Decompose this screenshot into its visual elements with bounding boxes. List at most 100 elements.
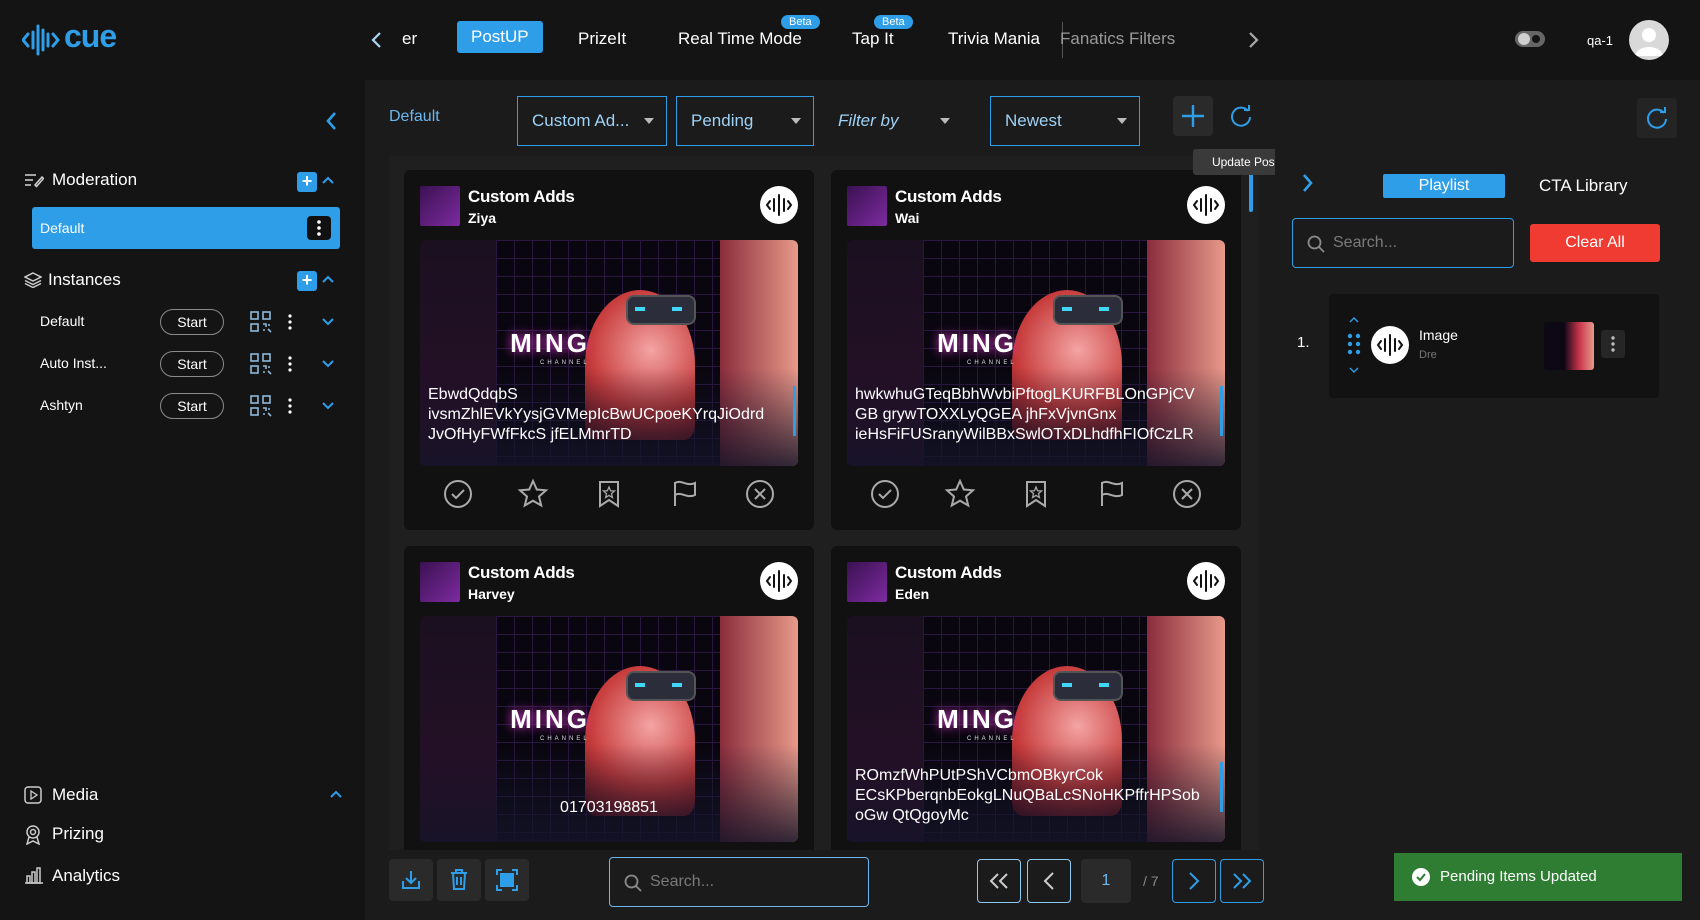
- post-avatar: [847, 562, 887, 602]
- qr-code-icon[interactable]: [250, 395, 272, 417]
- media-headline: MING: [510, 704, 590, 734]
- nav-tab-postup[interactable]: PostUP: [457, 21, 543, 53]
- instance-row: Default Start: [0, 302, 365, 342]
- nav-tab-real-time-mode[interactable]: Real Time Mode: [678, 29, 802, 49]
- cue-logo-icon[interactable]: [760, 186, 798, 224]
- post-user: Harvey: [468, 586, 515, 602]
- start-button[interactable]: Start: [160, 309, 224, 335]
- qr-code-icon[interactable]: [250, 353, 272, 375]
- nav-next-icon[interactable]: [1246, 30, 1260, 50]
- post-media[interactable]: MING CHANNEL 01703198851: [420, 616, 798, 842]
- sidebar: Moderation + Default Instances + Default…: [0, 80, 365, 920]
- media-headline: MING: [510, 328, 590, 358]
- first-page-button[interactable]: [977, 859, 1021, 903]
- chevron-down-icon[interactable]: [322, 402, 334, 410]
- post-media[interactable]: MING CHANNEL EbwdQdqbS ivsmZhlEVkYysjGVM…: [420, 240, 798, 466]
- post-category: Custom Adds: [468, 563, 575, 582]
- tab-playlist[interactable]: Playlist: [1383, 174, 1505, 198]
- cue-logo-icon[interactable]: [1187, 186, 1225, 224]
- download-button[interactable]: [389, 859, 433, 901]
- analytics-icon: [24, 866, 44, 884]
- star-icon[interactable]: [517, 478, 549, 510]
- main-content: Default Custom Ad... Pending Filter by N…: [365, 80, 1275, 920]
- post-media[interactable]: MING CHANNEL ROmzfWhPUtPShVCbmOBkyrCok E…: [847, 616, 1225, 842]
- cue-logo-icon[interactable]: [1187, 562, 1225, 600]
- avatar[interactable]: [1629, 20, 1669, 60]
- more-options-icon[interactable]: [286, 354, 294, 374]
- media-subline: CHANNEL: [540, 736, 590, 742]
- reject-icon[interactable]: [744, 478, 776, 510]
- post-grid: Custom Adds Ziya MING CHANNEL EbwdQdqbS …: [389, 156, 1259, 850]
- chevron-up-icon[interactable]: [322, 275, 334, 283]
- post-actions: [847, 474, 1225, 514]
- chevron-up-icon[interactable]: [322, 176, 334, 184]
- reject-icon[interactable]: [1171, 478, 1203, 510]
- more-options-icon[interactable]: [286, 312, 294, 332]
- more-options-icon[interactable]: [1601, 330, 1625, 358]
- cue-logo-icon: [22, 22, 60, 58]
- playlist-search-input[interactable]: Search...: [1292, 218, 1514, 268]
- tab-cta-library[interactable]: CTA Library: [1539, 176, 1628, 196]
- qr-code-icon[interactable]: [250, 311, 272, 333]
- approve-icon[interactable]: [869, 478, 901, 510]
- nav-media[interactable]: Media: [52, 785, 98, 805]
- status-filter-dropdown[interactable]: Pending: [676, 96, 814, 146]
- approve-icon[interactable]: [442, 478, 474, 510]
- expand-panel-icon[interactable]: [1301, 172, 1315, 194]
- collapse-sidebar-icon[interactable]: [324, 110, 338, 132]
- star-icon[interactable]: [944, 478, 976, 510]
- nav-prev-icon[interactable]: [370, 30, 384, 50]
- bookmark-icon[interactable]: [1020, 478, 1052, 510]
- chevron-down-icon[interactable]: [322, 318, 334, 326]
- chevron-up-icon[interactable]: [330, 790, 342, 798]
- add-moderation-button[interactable]: +: [297, 172, 317, 192]
- nav-tab-prizeit[interactable]: PrizeIt: [578, 29, 626, 49]
- flag-icon[interactable]: [669, 478, 701, 510]
- nav-prizing[interactable]: Prizing: [52, 824, 104, 844]
- nav-tab-fanatics-filters[interactable]: Fanatics Filters: [1060, 29, 1175, 49]
- sort-dropdown[interactable]: Newest: [990, 96, 1140, 146]
- post-card[interactable]: Custom Adds Ziya MING CHANNEL EbwdQdqbS …: [404, 170, 814, 530]
- add-instance-button[interactable]: +: [297, 271, 317, 291]
- page-total: / 7: [1143, 873, 1159, 889]
- type-filter-dropdown[interactable]: Custom Ad...: [517, 96, 667, 146]
- start-button[interactable]: Start: [160, 351, 224, 377]
- refresh-posts-button[interactable]: [1221, 96, 1261, 136]
- playlist-item-title: Image: [1419, 327, 1458, 343]
- right-panel: Playlist CTA Library Search... Clear All…: [1275, 80, 1700, 920]
- prev-page-button[interactable]: [1027, 859, 1071, 903]
- more-options-icon[interactable]: [307, 216, 331, 240]
- post-card[interactable]: Custom Adds Harvey MING CHANNEL 01703198…: [404, 546, 814, 850]
- post-media[interactable]: MING CHANNEL hwkwhuGTeqBbhWvbiPftogLKURF…: [847, 240, 1225, 466]
- moderation-item-default[interactable]: Default: [32, 207, 340, 249]
- refresh-playlist-button[interactable]: [1637, 98, 1677, 138]
- add-post-button[interactable]: [1173, 96, 1213, 136]
- select-all-button[interactable]: [485, 859, 529, 901]
- drag-handle-icon[interactable]: [1345, 316, 1363, 376]
- breadcrumb[interactable]: Default: [389, 108, 440, 126]
- flag-icon[interactable]: [1096, 478, 1128, 510]
- theme-toggle-icon[interactable]: [1514, 30, 1546, 48]
- clear-all-button[interactable]: Clear All: [1530, 224, 1660, 262]
- post-card[interactable]: Custom Adds Eden MING CHANNEL ROmzfWhPUt…: [831, 546, 1241, 850]
- next-page-button[interactable]: [1172, 859, 1216, 903]
- nav-tab-er[interactable]: er: [402, 29, 417, 49]
- delete-button[interactable]: [437, 859, 481, 901]
- more-options-icon[interactable]: [286, 396, 294, 416]
- post-search-input[interactable]: Search...: [609, 857, 869, 907]
- bookmark-icon[interactable]: [593, 478, 625, 510]
- top-bar: cue er PostUP PrizeIt Real Time Mode Bet…: [0, 0, 1700, 80]
- playlist-item[interactable]: 1. Image Dre: [1297, 294, 1659, 398]
- toast-message: Pending Items Updated: [1440, 868, 1597, 885]
- cue-logo-icon[interactable]: [760, 562, 798, 600]
- nav-analytics[interactable]: Analytics: [52, 866, 120, 886]
- last-page-button[interactable]: [1220, 859, 1264, 903]
- post-card[interactable]: Custom Adds Wai MING CHANNEL hwkwhuGTeqB…: [831, 170, 1241, 530]
- nav-tab-tap-it[interactable]: Tap It: [852, 29, 894, 49]
- page-input[interactable]: 1: [1081, 859, 1131, 903]
- nav-tab-trivia-mania[interactable]: Trivia Mania: [948, 29, 1040, 49]
- chevron-down-icon[interactable]: [322, 360, 334, 368]
- start-button[interactable]: Start: [160, 393, 224, 419]
- filter-by-dropdown[interactable]: Filter by: [823, 96, 963, 146]
- toast-notification: Pending Items Updated: [1394, 853, 1682, 901]
